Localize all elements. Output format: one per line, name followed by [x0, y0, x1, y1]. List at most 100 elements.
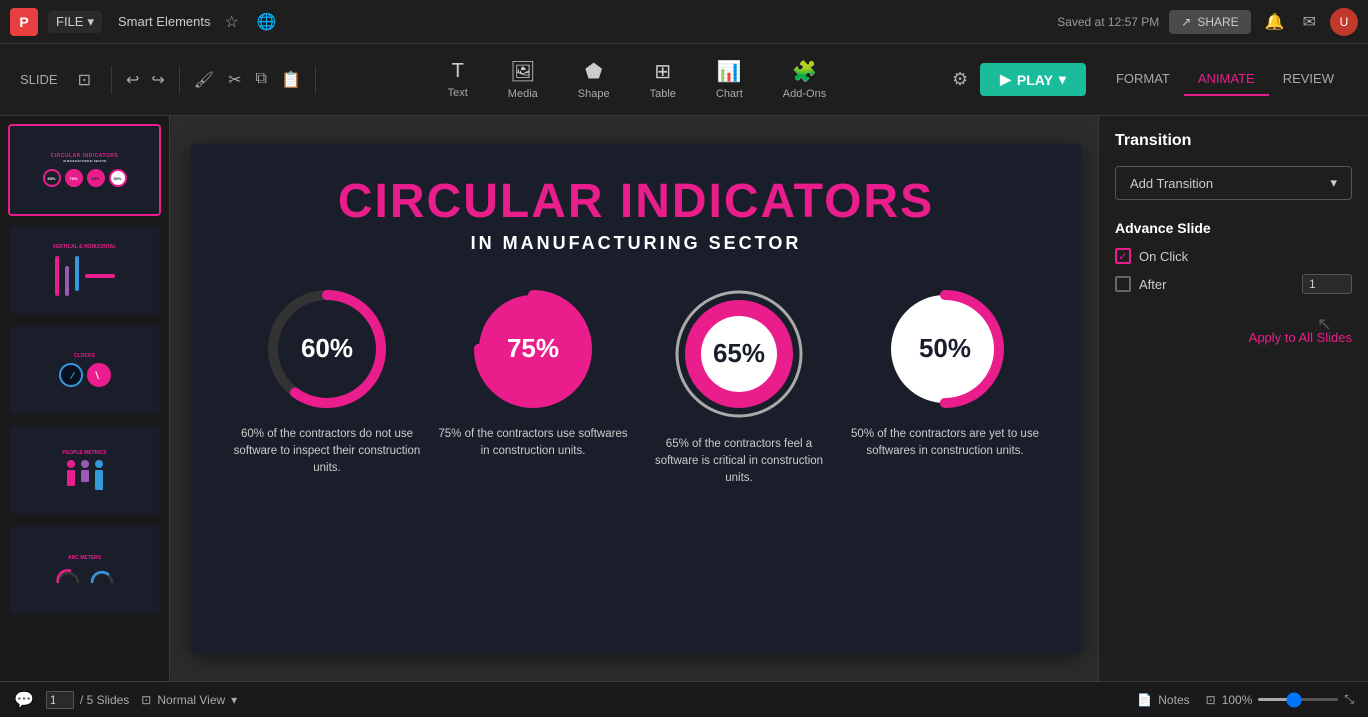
- tab-review[interactable]: REVIEW: [1269, 63, 1348, 96]
- top-bar: P FILE ▾ Smart Elements ☆ 🌐 Saved at 12:…: [0, 0, 1368, 44]
- add-transition-label: Add Transition: [1130, 176, 1213, 191]
- format-icons-group: 🖌 ✂ ⧉ 📋: [190, 66, 316, 94]
- paint-format-icon[interactable]: 🖌: [190, 66, 218, 94]
- redo-button[interactable]: ↪: [147, 66, 168, 94]
- canvas-area: CIRCULAR INDICATORS IN MANUFACTURING SEC…: [174, 116, 1098, 681]
- avatar[interactable]: U: [1330, 8, 1358, 36]
- indicator-desc-65: 65% of the contractors feel a software i…: [644, 436, 834, 488]
- toolbar: SLIDE ⊡ ↩ ↪ 🖌 ✂ ⧉ 📋 T Text 🖼 Media ⬟ Sha…: [0, 44, 1368, 116]
- right-panel: Transition Add Transition ▾ Advance Slid…: [1098, 116, 1368, 681]
- transition-title: Transition: [1115, 132, 1352, 150]
- chart-icon: 📊: [717, 59, 742, 84]
- slide-subtitle: IN MANUFACTURING SECTOR: [471, 233, 802, 254]
- slide-thumb-1[interactable]: CIRCULAR INDICATORS IN MANUFACTURING SEC…: [8, 124, 161, 216]
- slide-title: CIRCULAR INDICATORS: [338, 174, 934, 229]
- slide-thumb-2[interactable]: VERTICAL & HORIZONTAL: [8, 224, 161, 316]
- table-tool[interactable]: ⊞ Table: [642, 55, 684, 104]
- view-mode-label: Normal View: [157, 693, 225, 707]
- zoom-slider[interactable]: [1258, 698, 1338, 701]
- cut-icon[interactable]: ✂: [224, 66, 245, 94]
- notes-label: Notes: [1158, 693, 1189, 707]
- indicator-65: 65% 65% of the contractors feel a softwa…: [644, 284, 834, 488]
- after-label: After: [1139, 277, 1166, 292]
- circle-chart-50: 50%: [880, 284, 1010, 414]
- circle-chart-60: 60%: [262, 284, 392, 414]
- copy-icon[interactable]: ⧉: [252, 66, 271, 94]
- after-row: After: [1115, 274, 1352, 294]
- bottom-left: 💬 / 5 Slides ⊡ Normal View ▾: [14, 690, 237, 710]
- add-transition-button[interactable]: Add Transition ▾: [1115, 166, 1352, 200]
- play-icon: ▶: [1000, 71, 1011, 88]
- text-tool[interactable]: T Text: [440, 56, 476, 103]
- circle-value-50: 50%: [919, 333, 971, 364]
- share-icon: ↗: [1181, 15, 1191, 29]
- slide-controls: SLIDE ⊡: [20, 66, 112, 94]
- slide-thumb-5[interactable]: ARC METERS: [8, 524, 161, 616]
- zoom-fit-icon[interactable]: ⤡: [1344, 692, 1354, 707]
- slide-thumb-3[interactable]: CLOCKS: [8, 324, 161, 416]
- top-bar-right: Saved at 12:57 PM ↗ SHARE 🔔 ✉ U: [1057, 8, 1358, 36]
- addons-tool-label: Add-Ons: [783, 88, 826, 100]
- bottom-bar: 💬 / 5 Slides ⊡ Normal View ▾ 📄 Notes ⊡ 1…: [0, 681, 1368, 717]
- saved-text: Saved at 12:57 PM: [1057, 15, 1159, 29]
- view-mode-selector[interactable]: ⊡ Normal View ▾: [141, 693, 237, 707]
- shape-tool[interactable]: ⬟ Shape: [570, 55, 618, 104]
- media-tool-label: Media: [508, 88, 538, 100]
- share-button[interactable]: ↗ SHARE: [1169, 10, 1250, 34]
- settings-icon[interactable]: ⚙: [948, 65, 972, 94]
- undo-button[interactable]: ↩: [122, 66, 143, 94]
- app-icon: P: [10, 8, 38, 36]
- indicators-row: 60% 60% of the contractors do not use so…: [211, 284, 1061, 488]
- chart-tool-label: Chart: [716, 88, 743, 100]
- slide-layout-icon[interactable]: ⊡: [74, 66, 95, 94]
- chart-tool[interactable]: 📊 Chart: [708, 55, 751, 104]
- slide-thumb-wrapper-1: 1 CIRCULAR INDICATORS IN MANUFACTURING S…: [8, 124, 161, 216]
- indicator-desc-50: 50% of the contractors are yet to use so…: [850, 426, 1040, 461]
- chat-icon[interactable]: 💬: [14, 690, 34, 710]
- indicator-desc-60: 60% of the contractors do not use softwa…: [232, 426, 422, 478]
- total-slides: / 5 Slides: [80, 693, 129, 707]
- file-menu[interactable]: FILE ▾: [48, 11, 102, 33]
- circle-value-75: 75%: [507, 333, 559, 364]
- on-click-row: On Click: [1115, 248, 1352, 264]
- cursor-icon: ↖: [1317, 314, 1332, 335]
- text-tool-label: Text: [448, 87, 468, 99]
- circle-chart-75: 75%: [468, 284, 598, 414]
- file-label: FILE: [56, 14, 83, 29]
- tab-animate[interactable]: ANIMATE: [1184, 63, 1269, 96]
- slide-panel: 1 CIRCULAR INDICATORS IN MANUFACTURING S…: [0, 116, 170, 681]
- play-chevron-icon: ▾: [1059, 71, 1066, 88]
- after-checkbox[interactable]: [1115, 276, 1131, 292]
- play-button[interactable]: ▶ PLAY ▾: [980, 63, 1086, 96]
- zoom-control: ⊡ 100% ⤡: [1206, 692, 1354, 707]
- globe-icon[interactable]: 🌐: [253, 8, 281, 36]
- slide-thumb-4[interactable]: PEOPLE METRICS: [8, 424, 161, 516]
- slide-canvas: CIRCULAR INDICATORS IN MANUFACTURING SEC…: [191, 144, 1081, 654]
- star-icon[interactable]: ☆: [220, 8, 242, 36]
- view-mode-icon: ⊡: [141, 693, 151, 707]
- mail-icon[interactable]: ✉: [1299, 8, 1320, 36]
- center-tools: T Text 🖼 Media ⬟ Shape ⊞ Table 📊 Chart 🧩…: [326, 55, 948, 104]
- tab-format[interactable]: FORMAT: [1102, 63, 1184, 96]
- view-mode-chevron-icon: ▾: [231, 693, 237, 707]
- bottom-right: 📄 Notes ⊡ 100% ⤡: [1137, 692, 1354, 707]
- notifications-icon[interactable]: 🔔: [1261, 8, 1289, 36]
- circle-value-60: 60%: [301, 333, 353, 364]
- file-chevron-icon: ▾: [87, 14, 94, 30]
- after-input[interactable]: [1302, 274, 1352, 294]
- shape-icon: ⬟: [585, 59, 602, 84]
- table-tool-label: Table: [650, 88, 676, 100]
- play-label: PLAY: [1017, 72, 1053, 88]
- table-icon: ⊞: [654, 59, 671, 84]
- notes-button[interactable]: 📄 Notes: [1137, 693, 1189, 707]
- cursor-area: ↖: [1115, 314, 1352, 354]
- page-number-input[interactable]: [46, 691, 74, 709]
- addons-tool[interactable]: 🧩 Add-Ons: [775, 55, 834, 104]
- on-click-checkbox[interactable]: [1115, 248, 1131, 264]
- advance-slide-title: Advance Slide: [1115, 220, 1352, 236]
- media-tool[interactable]: 🖼 Media: [500, 55, 546, 104]
- paste-icon[interactable]: 📋: [277, 66, 305, 94]
- slide-thumb-wrapper-2: 2 VERTICAL & HORIZONTAL: [8, 224, 161, 316]
- slide-thumb-wrapper-3: 3 CLOCKS: [8, 324, 161, 416]
- slide-label: SLIDE: [20, 72, 58, 87]
